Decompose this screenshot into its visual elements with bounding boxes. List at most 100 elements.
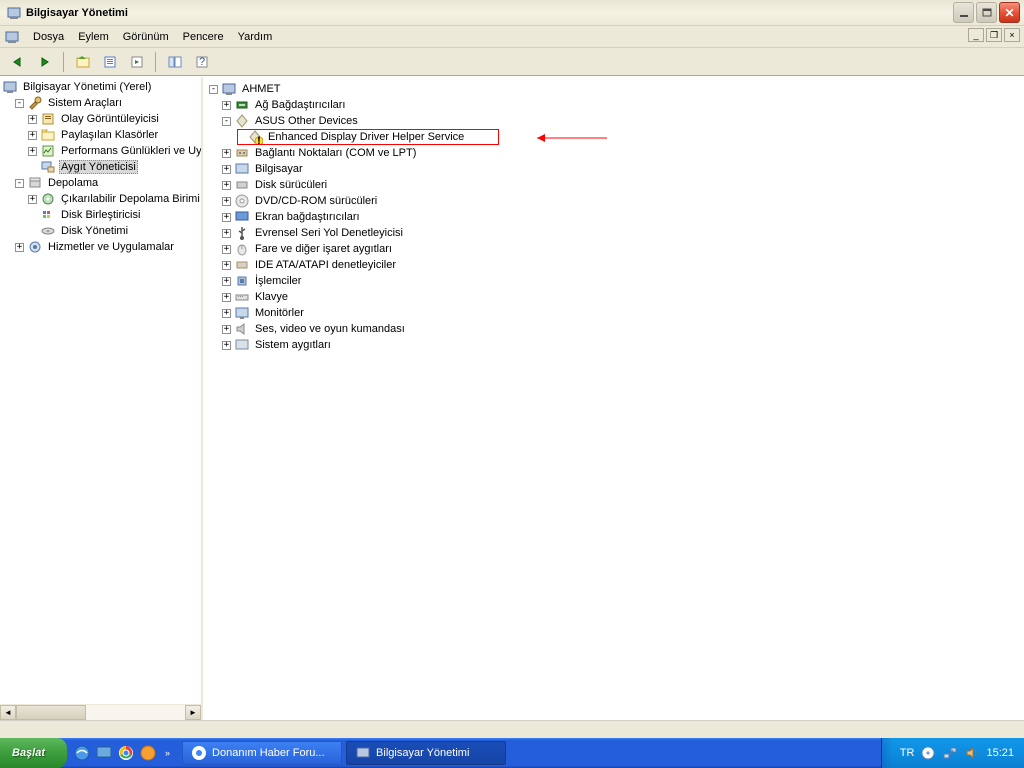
menu-help[interactable]: Yardım (231, 28, 280, 46)
chrome-icon[interactable] (117, 744, 135, 762)
device-category-monitors[interactable]: + Monitörler (209, 305, 1018, 321)
device-item-enhanced-display[interactable]: ! Enhanced Display Driver Helper Service (209, 129, 1018, 145)
expand-icon[interactable]: + (222, 261, 231, 270)
refresh-button[interactable] (125, 51, 148, 73)
scroll-thumb[interactable] (16, 705, 86, 720)
clock[interactable]: 15:21 (986, 747, 1014, 759)
expand-icon[interactable]: + (28, 131, 37, 140)
expand-icon[interactable]: + (222, 341, 231, 350)
expand-icon[interactable]: + (222, 197, 231, 206)
app-icon[interactable] (139, 744, 157, 762)
minimize-button[interactable] (953, 2, 974, 23)
device-category-dvd[interactable]: + DVD/CD-ROM sürücüleri (209, 193, 1018, 209)
tree-label: Disk sürücüleri (253, 178, 329, 192)
horizontal-scrollbar[interactable]: ◄ ► (0, 704, 201, 720)
expand-icon[interactable]: + (222, 181, 231, 190)
expand-icon[interactable]: + (15, 243, 24, 252)
expand-icon[interactable]: + (28, 195, 37, 204)
device-category-mice[interactable]: + Fare ve diğer işaret aygıtları (209, 241, 1018, 257)
collapse-icon[interactable]: - (15, 99, 24, 108)
scroll-track[interactable] (16, 705, 185, 720)
console-tree[interactable]: Bilgisayar Yönetimi (Yerel) - Sistem Ara… (0, 77, 201, 704)
expand-icon[interactable]: + (222, 213, 231, 222)
tree-item-perf-logs[interactable]: + Performans Günlükleri ve Uy (2, 143, 199, 159)
device-category-usb[interactable]: + Evrensel Seri Yol Denetleyicisi (209, 225, 1018, 241)
device-category-system[interactable]: + Sistem aygıtları (209, 337, 1018, 353)
toolbar: ? (0, 48, 1024, 76)
tree-item-removable-storage[interactable]: + Çıkarılabilir Depolama Birimi (2, 191, 199, 207)
chrome-icon (191, 745, 207, 761)
taskbar-item-browser[interactable]: Donanım Haber Foru... (182, 741, 342, 765)
close-button[interactable]: ✕ (999, 2, 1020, 23)
tree-label: Klavye (253, 290, 290, 304)
device-category-disk[interactable]: + Disk sürücüleri (209, 177, 1018, 193)
scroll-right-button[interactable]: ► (185, 705, 201, 720)
disk-mgmt-icon (40, 223, 56, 239)
expand-icon[interactable]: + (222, 101, 231, 110)
scroll-left-button[interactable]: ◄ (0, 705, 16, 720)
tray-network-icon[interactable] (942, 745, 958, 761)
tree-item-device-manager[interactable]: Aygıt Yöneticisi (2, 159, 199, 175)
tree-label: Olay Görüntüleyicisi (59, 112, 161, 126)
language-indicator[interactable]: TR (900, 747, 915, 759)
expand-icon[interactable]: + (222, 293, 231, 302)
ie-icon[interactable] (73, 744, 91, 762)
device-category-ide[interactable]: + IDE ATA/ATAPI denetleyiciler (209, 257, 1018, 273)
tree-root[interactable]: Bilgisayar Yönetimi (Yerel) (2, 79, 199, 95)
device-category-keyboards[interactable]: + Klavye (209, 289, 1018, 305)
tray-volume-icon[interactable] (964, 745, 980, 761)
expand-icon[interactable]: + (222, 229, 231, 238)
menu-action[interactable]: Eylem (71, 28, 116, 46)
start-button[interactable]: Başlat (0, 738, 67, 768)
tree-label: IDE ATA/ATAPI denetleyiciler (253, 258, 398, 272)
forward-button[interactable] (33, 51, 56, 73)
collapse-icon[interactable]: - (222, 117, 231, 126)
device-category-sound[interactable]: + Ses, video ve oyun kumandası (209, 321, 1018, 337)
menu-window[interactable]: Pencere (176, 28, 231, 46)
properties-button[interactable] (98, 51, 121, 73)
device-category-computer[interactable]: + Bilgisayar (209, 161, 1018, 177)
device-category-display[interactable]: + Ekran bağdaştırıcıları (209, 209, 1018, 225)
desktop-icon[interactable] (95, 744, 113, 762)
expand-icon[interactable]: + (222, 165, 231, 174)
menu-view[interactable]: Görünüm (116, 28, 176, 46)
tree-item-disk-mgmt[interactable]: Disk Yönetimi (2, 223, 199, 239)
device-tree[interactable]: - AHMET + Ağ Bağdaştırıcıları - ASUS Oth… (203, 77, 1024, 357)
tree-item-shared-folders[interactable]: + Paylaşılan Klasörler (2, 127, 199, 143)
show-hide-button[interactable] (163, 51, 186, 73)
help-button[interactable]: ? (190, 51, 213, 73)
collapse-icon[interactable]: - (209, 85, 218, 94)
device-category-ports[interactable]: + Bağlantı Noktaları (COM ve LPT) (209, 145, 1018, 161)
mdi-restore-button[interactable]: ❐ (986, 28, 1002, 42)
expand-icon[interactable]: + (222, 277, 231, 286)
back-button[interactable] (6, 51, 29, 73)
expand-icon[interactable]: + (222, 309, 231, 318)
device-category-processors[interactable]: + İşlemciler (209, 273, 1018, 289)
tree-item-disk-defrag[interactable]: Disk Birleştiricisi (2, 207, 199, 223)
maximize-button[interactable] (976, 2, 997, 23)
device-category-network[interactable]: + Ağ Bağdaştırıcıları (209, 97, 1018, 113)
up-button[interactable] (71, 51, 94, 73)
tray-show-hidden-icon[interactable] (920, 745, 936, 761)
mdi-close-button[interactable]: × (1004, 28, 1020, 42)
tree-item-storage[interactable]: - Depolama (2, 175, 199, 191)
device-category-asus-other[interactable]: - ASUS Other Devices (209, 113, 1018, 129)
taskbar-item-compmgmt[interactable]: Bilgisayar Yönetimi (346, 741, 506, 765)
network-icon (234, 97, 250, 113)
tree-label: Ses, video ve oyun kumandası (253, 322, 407, 336)
expand-icon[interactable]: + (222, 149, 231, 158)
expand-icon[interactable]: + (28, 115, 37, 124)
tree-item-services[interactable]: + Hizmetler ve Uygulamalar (2, 239, 199, 255)
expand-icon[interactable]: + (222, 245, 231, 254)
menu-file[interactable]: Dosya (26, 28, 71, 46)
tree-item-system-tools[interactable]: - Sistem Araçları (2, 95, 199, 111)
expand-icon[interactable]: + (222, 325, 231, 334)
expand-icon[interactable]: + (28, 147, 37, 156)
event-icon (40, 111, 56, 127)
mdi-minimize-button[interactable]: _ (968, 28, 984, 42)
collapse-icon[interactable]: - (15, 179, 24, 188)
quick-launch-chevron[interactable]: » (161, 748, 174, 758)
device-root[interactable]: - AHMET (209, 81, 1018, 97)
device-mgr-icon (40, 159, 56, 175)
tree-item-event-viewer[interactable]: + Olay Görüntüleyicisi (2, 111, 199, 127)
